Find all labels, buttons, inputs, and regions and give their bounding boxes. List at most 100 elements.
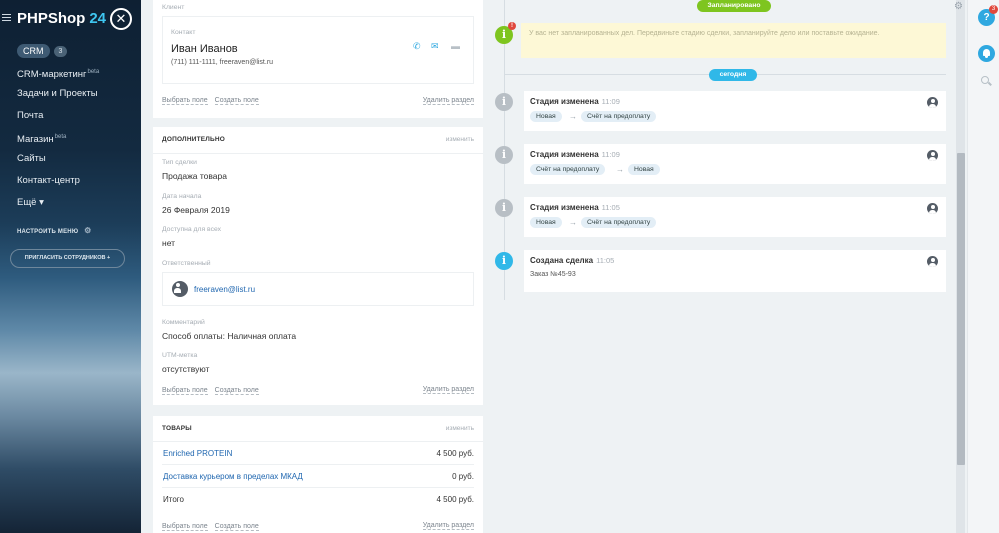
- total-value: 4 500 руб.: [436, 495, 475, 504]
- utm-label: UTM-метка: [162, 352, 198, 359]
- event-title: Стадия изменена 11:05: [530, 203, 620, 212]
- hamburger-icon[interactable]: [2, 14, 11, 22]
- contact-name[interactable]: Иван Иванов: [171, 43, 238, 55]
- sidebar-item-shop[interactable]: Магазинbeta: [0, 127, 141, 149]
- sidebar-item-crm-marketing[interactable]: CRM-маркетингbeta: [0, 62, 141, 84]
- arrow-right-icon: →: [616, 165, 624, 174]
- change-link[interactable]: изменить: [446, 136, 474, 143]
- sidebar-item-tasks[interactable]: Задачи и Проекты: [0, 83, 141, 105]
- main-content: Клиент Контакт Иван Иванов (711) 111-111…: [141, 0, 967, 533]
- comment-label: Комментарий: [162, 319, 205, 326]
- bell-icon[interactable]: [978, 45, 995, 62]
- event-title-text: Создана сделка: [530, 256, 594, 265]
- divider: [153, 441, 483, 442]
- event-time: 11:09: [601, 150, 620, 159]
- event-title: Стадия изменена 11:09: [530, 97, 620, 106]
- sidebar-item-label: Сайты: [17, 153, 46, 165]
- event-time: 11:05: [596, 256, 615, 265]
- stage-from: Счёт на предоплату: [530, 164, 606, 175]
- contact-card[interactable]: Контакт Иван Иванов (711) 111-1111, free…: [162, 16, 474, 84]
- info-icon: i: [495, 199, 513, 217]
- sidebar-item-label: Почта: [17, 110, 44, 122]
- chat-icon[interactable]: ▬: [451, 41, 460, 51]
- phone-icon[interactable]: ✆: [413, 41, 421, 52]
- sidebar-item-contact-center[interactable]: Контакт-центр: [0, 170, 141, 192]
- responsible-card[interactable]: freeraven@list.ru: [162, 272, 474, 306]
- products-section: ТОВАРЫ изменить Enriched PROTEIN 4 500 р…: [153, 416, 483, 533]
- today-pill: сегодня: [709, 69, 757, 81]
- user-icon[interactable]: [927, 97, 938, 108]
- product-name[interactable]: Доставка курьером в пределах МКАД: [163, 472, 303, 481]
- user-icon[interactable]: [927, 203, 938, 214]
- select-field-link[interactable]: Выбрать поле: [162, 387, 208, 395]
- close-icon[interactable]: ✕: [110, 8, 132, 30]
- invite-employees-button[interactable]: ПРИГЛАСИТЬ СОТРУДНИКОВ +: [10, 249, 125, 268]
- sidebar-item-label: CRM: [17, 44, 50, 58]
- arrow-right-icon: →: [569, 112, 577, 121]
- setup-menu-link[interactable]: НАСТРОИТЬ МЕНЮ ⚙: [17, 226, 91, 235]
- settings-gear-icon[interactable]: ⚙: [954, 2, 964, 12]
- change-link[interactable]: изменить: [446, 425, 474, 432]
- create-field-link[interactable]: Создать поле: [214, 387, 259, 395]
- planned-badge: !: [508, 22, 516, 30]
- planned-text: У вас нет запланированных дел. Передвинь…: [529, 30, 880, 37]
- delete-section-link[interactable]: Удалить раздел: [422, 97, 474, 105]
- delete-section-link[interactable]: Удалить раздел: [422, 386, 474, 394]
- sidebar-item-label: CRM-маркетинг: [17, 68, 87, 80]
- brand-logo[interactable]: PHPShop 24: [17, 10, 106, 27]
- planned-card: У вас нет запланированных дел. Передвинь…: [521, 23, 946, 58]
- event-title-text: Стадия изменена: [530, 203, 599, 212]
- timeline-event[interactable]: Стадия изменена 11:09 Счёт на предоплату …: [524, 144, 946, 184]
- delete-section-link[interactable]: Удалить раздел: [422, 522, 474, 530]
- info-icon: i: [495, 146, 513, 164]
- sidebar-item-sites[interactable]: Сайты: [0, 148, 141, 170]
- user-icon[interactable]: [927, 256, 938, 267]
- additional-section: ДОПОЛНИТЕЛЬНО изменить Тип сделки Продаж…: [153, 127, 483, 405]
- search-icon[interactable]: [979, 74, 993, 88]
- sidebar-item-label: Ещё ▾: [17, 196, 44, 208]
- product-name[interactable]: Enriched PROTEIN: [163, 449, 232, 458]
- timeline-event[interactable]: Стадия изменена 11:05 Новая → Счёт на пре…: [524, 197, 946, 237]
- field-label: Тип сделки: [162, 159, 197, 166]
- contact-details: (711) 111-1111, freeraven@list.ru: [171, 59, 274, 66]
- create-field-link[interactable]: Создать поле: [214, 97, 259, 105]
- responsible-value[interactable]: freeraven@list.ru: [194, 285, 255, 294]
- help-badge: 3: [989, 5, 998, 14]
- sidebar-item-mail[interactable]: Почта: [0, 105, 141, 127]
- client-footer-links: Выбрать поле Создать поле: [162, 97, 266, 105]
- sidebar-item-crm[interactable]: CRM 3: [0, 40, 141, 62]
- brand-number: 24: [89, 10, 107, 27]
- crm-count-badge: 3: [53, 45, 68, 57]
- arrow-right-icon: →: [569, 218, 577, 227]
- delete-section-wrap: Удалить раздел: [422, 522, 474, 530]
- brand-name: PHPShop: [17, 10, 86, 27]
- timeline-event-created[interactable]: Создана сделка 11:05 Заказ №45-93: [524, 250, 946, 292]
- responsible-label: Ответственный: [162, 260, 211, 267]
- additional-footer-links: Выбрать поле Создать поле: [162, 387, 266, 395]
- beta-badge: beta: [54, 133, 67, 140]
- beta-badge: beta: [87, 68, 100, 75]
- stage-to: Счёт на предоплату: [581, 111, 657, 122]
- event-title: Стадия изменена 11:09: [530, 150, 620, 159]
- sidebar-item-label: Магазин: [17, 133, 54, 145]
- scrollbar-thumb[interactable]: [957, 153, 965, 465]
- divider: [162, 464, 474, 465]
- stage-from: Новая: [530, 111, 562, 122]
- select-field-link[interactable]: Выбрать поле: [162, 97, 208, 105]
- mail-icon[interactable]: ✉: [431, 41, 439, 52]
- stage-to: Счёт на предоплату: [581, 217, 657, 228]
- create-field-link[interactable]: Создать поле: [214, 523, 259, 531]
- delete-section-wrap: Удалить раздел: [422, 386, 474, 394]
- field-value: 26 Февраля 2019: [162, 205, 230, 215]
- delete-section-wrap: Удалить раздел: [422, 97, 474, 105]
- sidebar-header: PHPShop 24 ✕: [0, 0, 141, 38]
- sidebar-item-label: Контакт-центр: [17, 175, 80, 187]
- event-text: Заказ №45-93: [530, 271, 576, 278]
- field-value: нет: [162, 238, 176, 248]
- section-title: ТОВАРЫ: [162, 425, 192, 432]
- product-price: 4 500 руб.: [436, 449, 475, 458]
- user-icon[interactable]: [927, 150, 938, 161]
- select-field-link[interactable]: Выбрать поле: [162, 523, 208, 531]
- sidebar-item-more[interactable]: Ещё ▾: [0, 192, 141, 214]
- timeline-event[interactable]: Стадия изменена 11:09 Новая → Счёт на пре…: [524, 91, 946, 131]
